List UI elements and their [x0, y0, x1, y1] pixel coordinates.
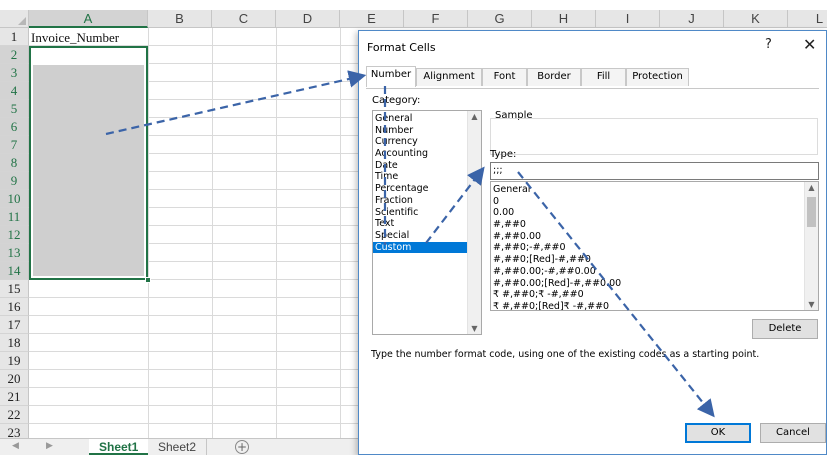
- category-item-percentage[interactable]: Percentage: [373, 183, 481, 195]
- column-header-c[interactable]: C: [212, 10, 276, 28]
- format-cells-dialog: Format Cells ? ✕ Number Alignment Font B…: [358, 30, 827, 455]
- fill-handle[interactable]: [145, 277, 151, 283]
- gridline: [276, 28, 277, 438]
- row-header-13[interactable]: 13: [0, 244, 29, 262]
- category-item-scientific[interactable]: Scientific: [373, 207, 481, 219]
- row-header-1[interactable]: 1: [0, 28, 29, 46]
- help-icon[interactable]: ?: [765, 37, 772, 52]
- column-header-e[interactable]: E: [340, 10, 404, 28]
- row-header-20[interactable]: 20: [0, 370, 29, 388]
- selected-range-fill: [33, 65, 144, 276]
- tab-border[interactable]: Border: [527, 68, 581, 86]
- scroll-up-icon[interactable]: ▲: [468, 112, 481, 121]
- format-description: Type the number format code, using one o…: [371, 349, 760, 360]
- row-header-14[interactable]: 14: [0, 262, 29, 280]
- row-header-7[interactable]: 7: [0, 136, 29, 154]
- column-header-h[interactable]: H: [532, 10, 596, 28]
- format-code-scrollbar[interactable]: ▲ ▼: [804, 182, 818, 310]
- column-header-j[interactable]: J: [660, 10, 724, 28]
- format-code-item[interactable]: #,##0.00;-#,##0.00: [491, 266, 818, 278]
- row-header-19[interactable]: 19: [0, 352, 29, 370]
- tab-font[interactable]: Font: [482, 68, 527, 86]
- format-code-item[interactable]: 0: [491, 196, 818, 208]
- format-code-item[interactable]: #,##0.00: [491, 231, 818, 243]
- row-header-17[interactable]: 17: [0, 316, 29, 334]
- type-label: Type:: [490, 149, 517, 160]
- category-item-time[interactable]: Time: [373, 171, 481, 183]
- row-header-3[interactable]: 3: [0, 64, 29, 82]
- scroll-thumb[interactable]: [807, 197, 816, 227]
- row-header-8[interactable]: 8: [0, 154, 29, 172]
- category-item-currency[interactable]: Currency: [373, 136, 481, 148]
- format-code-item[interactable]: 0.00: [491, 207, 818, 219]
- format-code-item[interactable]: #,##0.00;[Red]-#,##0.00: [491, 278, 818, 290]
- ok-button[interactable]: OK: [685, 423, 751, 443]
- row-header-12[interactable]: 12: [0, 226, 29, 244]
- row-header-16[interactable]: 16: [0, 298, 29, 316]
- scroll-down-icon[interactable]: ▼: [468, 324, 481, 333]
- tab-fill[interactable]: Fill: [581, 68, 626, 86]
- row-header-2[interactable]: 2: [0, 46, 29, 64]
- gridline: [340, 28, 341, 438]
- category-listbox[interactable]: General Number Currency Accounting Date Time P…: [372, 110, 482, 335]
- format-code-listbox[interactable]: General 0 0.00 #,##0 #,##0.00 #,##0;-#,##0 #,#…: [490, 181, 819, 311]
- row-header-4[interactable]: 4: [0, 82, 29, 100]
- cancel-button[interactable]: Cancel: [760, 423, 826, 443]
- close-icon[interactable]: ✕: [803, 35, 816, 54]
- category-item-accounting[interactable]: Accounting: [373, 148, 481, 160]
- type-input[interactable]: ;;;: [490, 162, 819, 180]
- tab-scroll-left-icon[interactable]: ◀: [12, 441, 19, 451]
- tab-alignment[interactable]: Alignment: [416, 68, 482, 86]
- format-code-item[interactable]: ₹ #,##0;[Red]₹ -#,##0: [491, 301, 818, 310]
- column-header-l[interactable]: L: [788, 10, 827, 28]
- column-header-k[interactable]: K: [724, 10, 788, 28]
- column-header-i[interactable]: I: [596, 10, 660, 28]
- sample-preview: [490, 118, 818, 155]
- add-sheet-icon[interactable]: +: [235, 440, 249, 454]
- category-item-special[interactable]: Special: [373, 230, 481, 242]
- sheet-tab-sheet2[interactable]: Sheet2: [148, 439, 208, 455]
- dialog-title: Format Cells: [367, 41, 436, 54]
- format-code-item[interactable]: ₹ #,##0;₹ -#,##0: [491, 289, 818, 301]
- category-item-fraction[interactable]: Fraction: [373, 195, 481, 207]
- category-label: Category:: [372, 95, 421, 106]
- column-header-a[interactable]: A: [29, 10, 148, 28]
- category-item-custom[interactable]: Custom: [373, 241, 481, 254]
- gridline: [148, 28, 149, 438]
- cell-a1[interactable]: Invoice_Number: [31, 29, 119, 46]
- tab-scroll-right-icon[interactable]: ▶: [46, 441, 53, 451]
- scroll-up-icon[interactable]: ▲: [805, 183, 818, 192]
- row-header-15[interactable]: 15: [0, 280, 29, 298]
- category-scrollbar[interactable]: ▲ ▼: [467, 111, 481, 334]
- tab-panel-border: [366, 88, 819, 89]
- category-item-text[interactable]: Text: [373, 218, 481, 230]
- column-header-b[interactable]: B: [148, 10, 212, 28]
- category-item-number[interactable]: Number: [373, 125, 481, 137]
- gridline: [212, 28, 213, 438]
- column-header-d[interactable]: D: [276, 10, 340, 28]
- cell-selection-a2-a14[interactable]: [29, 46, 148, 280]
- column-header-f[interactable]: F: [404, 10, 468, 28]
- format-code-item[interactable]: #,##0;-#,##0: [491, 242, 818, 254]
- category-item-date[interactable]: Date: [373, 160, 481, 172]
- row-header-6[interactable]: 6: [0, 118, 29, 136]
- tab-protection[interactable]: Protection: [626, 68, 689, 86]
- tab-number[interactable]: Number: [366, 66, 416, 87]
- row-header-21[interactable]: 21: [0, 388, 29, 406]
- format-code-item[interactable]: #,##0;[Red]-#,##0: [491, 254, 818, 266]
- row-header-11[interactable]: 11: [0, 208, 29, 226]
- row-header-5[interactable]: 5: [0, 100, 29, 118]
- select-all-corner[interactable]: [0, 10, 29, 28]
- category-item-general[interactable]: General: [373, 113, 481, 125]
- row-header-18[interactable]: 18: [0, 334, 29, 352]
- sheet-tab-sheet1[interactable]: Sheet1: [89, 439, 150, 455]
- row-header-9[interactable]: 9: [0, 172, 29, 190]
- column-header-g[interactable]: G: [468, 10, 532, 28]
- delete-button[interactable]: Delete: [752, 319, 818, 339]
- row-header-10[interactable]: 10: [0, 190, 29, 208]
- scroll-down-icon[interactable]: ▼: [805, 300, 818, 309]
- format-code-item[interactable]: General: [491, 184, 818, 196]
- row-header-22[interactable]: 22: [0, 406, 29, 424]
- format-code-item[interactable]: #,##0: [491, 219, 818, 231]
